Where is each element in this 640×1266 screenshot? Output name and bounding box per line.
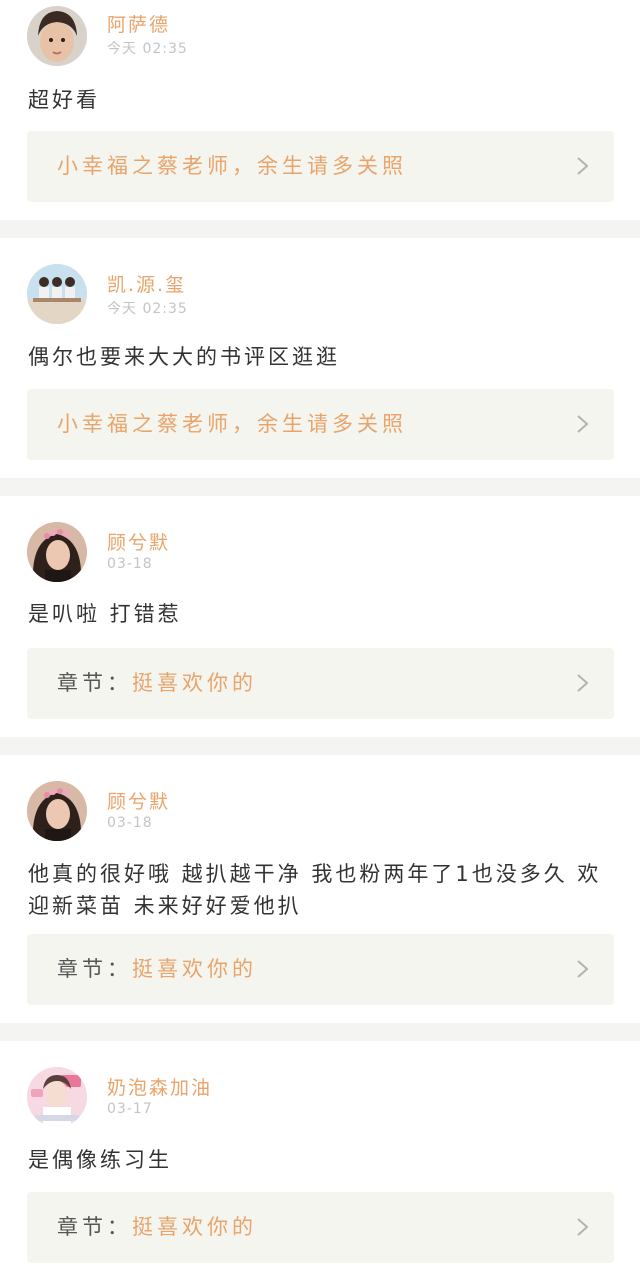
card-prefix: 章节： [57, 671, 132, 695]
comment-item: 凯.源.玺 今天 02:35 偶尔也要来大大的书评区逛逛 小幸福之蔡老师，余生请… [0, 238, 640, 478]
separator [0, 220, 640, 238]
comment-item: 奶泡森加油 03-17 是偶像练习生 章节：挺喜欢你的 [0, 1041, 640, 1266]
timestamp: 今天 02:35 [107, 301, 188, 317]
chapter-link-card[interactable]: 章节：挺喜欢你的 [27, 1192, 614, 1263]
chapter-link-card[interactable]: 小幸福之蔡老师，余生请多关照 [27, 131, 614, 202]
chapter-link-card[interactable]: 章节：挺喜欢你的 [27, 934, 614, 1005]
avatar[interactable] [27, 781, 87, 841]
comment-item: 顾兮默 03-18 是叭啦 打错惹 章节：挺喜欢你的 [0, 496, 640, 737]
chevron-right-icon [577, 415, 588, 433]
username[interactable]: 奶泡森加油 [107, 1073, 212, 1100]
card-title: 挺喜欢你的 [132, 957, 257, 981]
card-text: 章节：挺喜欢你的 [57, 648, 257, 719]
comment-item: 顾兮默 03-18 他真的很好哦 越扒越干净 我也粉两年了1也没多久 欢迎新菜苗… [0, 755, 640, 1023]
timestamp: 03-18 [107, 556, 153, 572]
timestamp: 03-18 [107, 815, 153, 831]
chevron-right-icon [577, 674, 588, 692]
comment-text: 是偶像练习生 [28, 1148, 172, 1172]
card-text: 小幸福之蔡老师，余生请多关照 [57, 131, 407, 202]
username[interactable]: 阿萨德 [107, 10, 170, 37]
chevron-right-icon [577, 960, 588, 978]
chapter-link-card[interactable]: 小幸福之蔡老师，余生请多关照 [27, 389, 614, 460]
chevron-right-icon [577, 1218, 588, 1236]
comment-text: 是叭啦 打错惹 [28, 602, 182, 626]
card-prefix: 章节： [57, 957, 132, 981]
avatar[interactable] [27, 1067, 87, 1127]
card-title: 小幸福之蔡老师，余生请多关照 [57, 154, 407, 178]
card-title: 小幸福之蔡老师，余生请多关照 [57, 412, 407, 436]
comment-text: 偶尔也要来大大的书评区逛逛 [28, 345, 340, 369]
separator [0, 737, 640, 755]
avatar[interactable] [27, 522, 87, 582]
comment-text: 他真的很好哦 越扒越干净 我也粉两年了1也没多久 欢迎新菜苗 未来好好爱他扒 [28, 862, 602, 918]
card-title: 挺喜欢你的 [132, 1215, 257, 1239]
separator [0, 1023, 640, 1041]
timestamp: 今天 02:35 [107, 41, 188, 57]
username[interactable]: 顾兮默 [107, 528, 170, 555]
card-title: 挺喜欢你的 [132, 671, 257, 695]
avatar[interactable] [27, 264, 87, 324]
chapter-link-card[interactable]: 章节：挺喜欢你的 [27, 648, 614, 719]
card-text: 章节：挺喜欢你的 [57, 1192, 257, 1263]
timestamp: 03-17 [107, 1101, 153, 1117]
avatar[interactable] [27, 6, 87, 66]
comment-feed: 阿萨德 今天 02:35 超好看 小幸福之蔡老师，余生请多关照 凯.源.玺 今天… [0, 0, 640, 1266]
chevron-right-icon [577, 157, 588, 175]
comment-text: 超好看 [28, 88, 100, 112]
card-text: 小幸福之蔡老师，余生请多关照 [57, 389, 407, 460]
username[interactable]: 顾兮默 [107, 787, 170, 814]
separator [0, 478, 640, 496]
card-prefix: 章节： [57, 1215, 132, 1239]
card-text: 章节：挺喜欢你的 [57, 934, 257, 1005]
comment-item: 阿萨德 今天 02:35 超好看 小幸福之蔡老师，余生请多关照 [0, 0, 640, 220]
username[interactable]: 凯.源.玺 [107, 270, 186, 297]
